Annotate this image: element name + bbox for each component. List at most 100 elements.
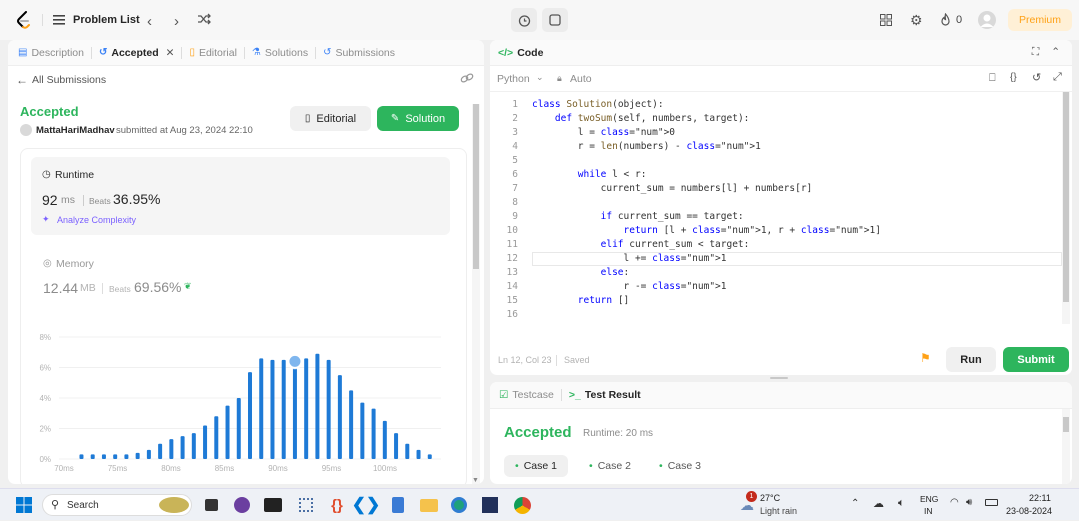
code-line[interactable]: 6 while l < r: [490, 168, 1062, 182]
result-scrollbar-thumb[interactable] [1063, 417, 1069, 432]
scroll-down-icon[interactable]: ▼ [472, 477, 479, 484]
tray-chevron-up-icon[interactable]: ⌃ [851, 498, 859, 509]
file-explorer-icon[interactable] [418, 489, 440, 521]
tab-solutions[interactable]: ⚗ Solutions [245, 40, 315, 66]
code-line[interactable]: 8 [490, 196, 1062, 210]
tab-test-result[interactable]: >_ Test Result [562, 382, 648, 408]
tab-testcase[interactable]: ☑ Testcase [490, 382, 561, 408]
clock-date[interactable]: 23-08-2024 [1006, 506, 1052, 516]
code-line[interactable]: 4 r = len(numbers) - class="num">1 [490, 140, 1062, 154]
problem-list-icon[interactable] [53, 14, 65, 25]
tab-submissions[interactable]: ↺ Submissions [316, 40, 402, 66]
chat-app-icon[interactable] [232, 489, 252, 521]
volume-icon[interactable]: 🔊︎ [966, 497, 972, 508]
tray-cloud-icon[interactable]: ☁ [873, 497, 884, 510]
case-2-tab[interactable]: • Case 2 [578, 455, 642, 477]
task-view-icon[interactable] [202, 489, 220, 521]
panel-resize-handle[interactable] [770, 377, 788, 379]
snipping-tool-icon[interactable] [296, 489, 316, 521]
leaf-icon: ❦ [184, 281, 192, 291]
problem-list-link[interactable]: Problem List [73, 14, 140, 26]
code-scrollbar-thumb[interactable] [1063, 92, 1069, 302]
windows-start-icon[interactable] [14, 489, 34, 521]
run-button[interactable]: Run [946, 347, 996, 372]
layout-icon[interactable] [880, 14, 892, 26]
code-tab[interactable]: </> Code [490, 40, 550, 66]
tab-description[interactable]: ▤ Description [8, 40, 91, 66]
settings-gear-icon[interactable]: ⚙ [910, 12, 923, 29]
weather-widget[interactable]: ☁ 1 27°C Light rain [740, 491, 810, 519]
next-problem-icon[interactable]: › [174, 13, 179, 30]
prev-problem-icon[interactable]: ‹ [147, 13, 152, 30]
code-line[interactable]: 5 [490, 154, 1062, 168]
code-line[interactable]: 16 [490, 308, 1062, 322]
terminal-app-icon[interactable] [263, 489, 283, 521]
language-select[interactable]: Python [497, 73, 530, 85]
chart-y-tick-label: 4% [39, 394, 51, 403]
runtime-distribution-chart[interactable]: 8% 6% 4% 2% 0%70ms 75ms 80ms 85ms 90ms 95ms 100ms [21, 325, 451, 484]
notes-icon[interactable] [542, 8, 568, 32]
clock-time[interactable]: 22:11 [1029, 493, 1051, 503]
code-line[interactable]: 15 return [] [490, 294, 1062, 308]
code-line[interactable]: 2 def twoSum(self, numbers, target): [490, 112, 1062, 126]
battery-icon[interactable] [985, 499, 998, 506]
mode-label[interactable]: Auto [570, 73, 592, 85]
wifi-icon[interactable]: ◠ [950, 497, 959, 508]
chart-x-tick-label: 90ms [268, 464, 288, 473]
code-line[interactable]: 3 l = class="num">0 [490, 126, 1062, 140]
premium-button[interactable]: Premium [1008, 9, 1072, 31]
edge-browser-icon[interactable] [449, 489, 469, 521]
streak-fire-icon[interactable] [940, 13, 951, 26]
code-editor[interactable]: 1 class Solution(object): 2 def twoSum(sel… [490, 98, 1062, 324]
maximize-icon[interactable]: ⛶ [1032, 46, 1039, 59]
share-link-icon[interactable] [460, 72, 474, 87]
taskbar-search-box[interactable]: ⚲ Search [42, 494, 192, 516]
chart-x-tick-label: 75ms [108, 464, 128, 473]
format-braces-icon[interactable]: {} [1010, 72, 1017, 83]
tab-accepted[interactable]: ↺ Accepted ✕ [92, 40, 181, 66]
tray-speaker-icon[interactable]: 🔈︎ [898, 497, 905, 510]
solution-button[interactable]: ✎ Solution [377, 106, 459, 131]
timer-icon[interactable] [511, 8, 537, 32]
code-line[interactable]: 9 if current_sum == target: [490, 210, 1062, 224]
code-line[interactable]: 10 return [l + class="num">1, r + class=… [490, 224, 1062, 238]
vscode-icon[interactable]: ❮❯ [352, 489, 381, 521]
code-line[interactable]: 11 elif current_sum < target: [490, 238, 1062, 252]
input-language-primary[interactable]: ENG [920, 494, 938, 504]
memory-title: Memory [56, 258, 94, 270]
left-scrollbar[interactable]: ▼ [472, 104, 480, 484]
close-tab-icon[interactable]: ✕ [166, 47, 175, 59]
input-language-secondary[interactable]: IN [924, 506, 933, 516]
chart-x-tick-label: 85ms [215, 464, 235, 473]
code-line[interactable]: 1 class Solution(object): [490, 98, 1062, 112]
case-1-tab[interactable]: • Case 1 [504, 455, 568, 477]
chrome-icon[interactable] [511, 489, 533, 521]
chevron-down-icon[interactable]: ⌄ [536, 72, 544, 83]
editorial-button[interactable]: ▯ Editorial [290, 106, 371, 131]
code-scrollbar[interactable] [1062, 92, 1070, 324]
notepad-icon[interactable] [388, 489, 408, 521]
bookmark-icon[interactable]: ⎕ [989, 72, 996, 85]
analyze-complexity-link[interactable]: Analyze Complexity [57, 215, 136, 225]
code-line[interactable]: 13 else: [490, 266, 1062, 280]
result-scrollbar[interactable] [1062, 409, 1070, 484]
pycharm-icon[interactable] [480, 489, 500, 521]
left-scrollbar-thumb[interactable] [473, 104, 479, 269]
runtime-card[interactable]: ◷ Runtime 92 ms Beats 36.95% ✦ Analyze C… [31, 157, 450, 235]
collapse-icon[interactable]: ⌃ [1051, 46, 1060, 59]
case-3-tab[interactable]: • Case 3 [648, 455, 712, 477]
code-line[interactable]: 14 r -= class="num">1 [490, 280, 1062, 294]
back-arrow-icon[interactable]: ← [16, 73, 28, 87]
all-submissions-link[interactable]: All Submissions [32, 74, 106, 86]
user-avatar[interactable] [978, 11, 996, 29]
leetcode-logo-icon[interactable] [16, 11, 32, 29]
reset-icon[interactable]: ↺ [1032, 71, 1041, 84]
expand-icon[interactable]: ⤢ [1053, 71, 1062, 84]
submit-button[interactable]: Submit [1003, 347, 1069, 372]
git-app-icon[interactable]: {} [327, 489, 347, 521]
debug-icon[interactable]: ⚑ [920, 351, 931, 365]
code-line[interactable]: 7 current_sum = numbers[l] + numbers[r] [490, 182, 1062, 196]
shuffle-icon[interactable] [197, 13, 211, 25]
tab-editorial[interactable]: ▯ Editorial [182, 40, 243, 66]
submitter-username[interactable]: MattaHariMadhav [36, 125, 115, 136]
